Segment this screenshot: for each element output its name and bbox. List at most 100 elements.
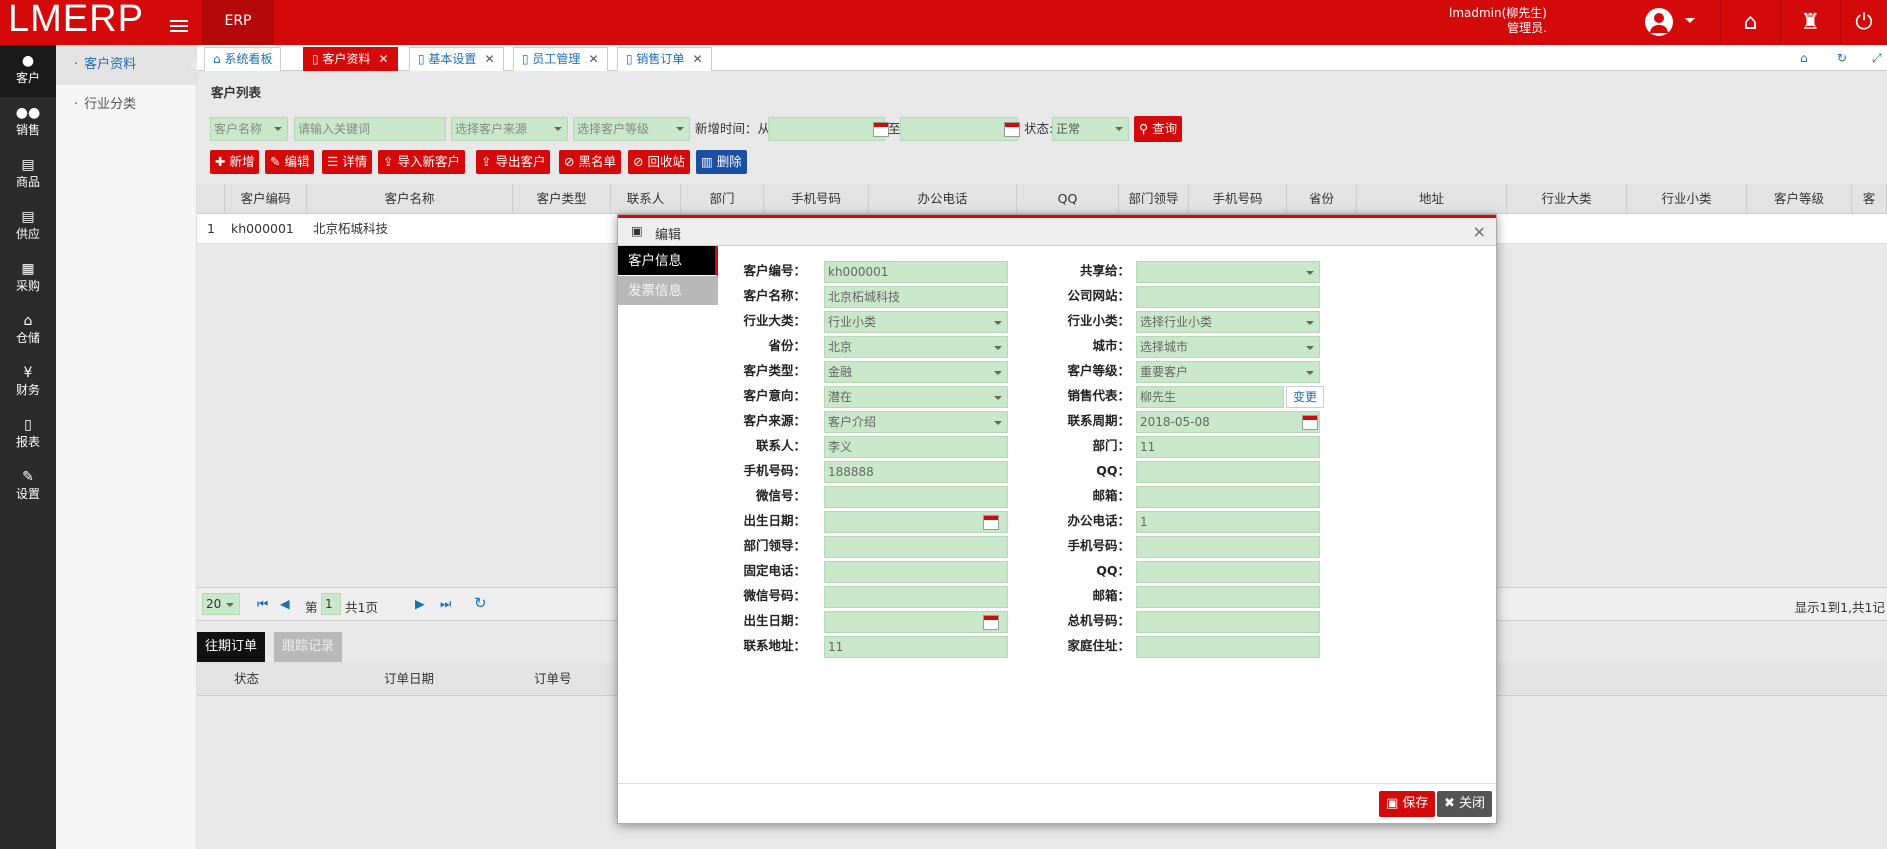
field-input[interactable] bbox=[824, 561, 1008, 583]
calendar-icon[interactable] bbox=[1004, 122, 1020, 137]
source-select[interactable]: 选择客户来源 bbox=[451, 117, 568, 141]
date-field[interactable] bbox=[824, 511, 1008, 533]
blacklist-button[interactable]: ⊘ 黑名单 bbox=[559, 150, 621, 174]
tab-customer-data[interactable]: ▯ 客户资料 ✕ bbox=[303, 47, 398, 71]
chevron-down-icon[interactable] bbox=[1685, 18, 1695, 28]
grid-header-cell[interactable]: 客户类型 bbox=[513, 184, 611, 214]
add-button[interactable]: ✚ 新增 bbox=[210, 150, 260, 174]
nav-sales[interactable]: ●● 销售 bbox=[0, 97, 56, 149]
field-input[interactable]: kh000001 bbox=[824, 261, 1008, 283]
subnav-customer-data[interactable]: · 客户资料 bbox=[56, 45, 197, 85]
import-button[interactable]: ⇪ 导入新客户 bbox=[378, 150, 465, 174]
recycle-button[interactable]: ⊘ 回收站 bbox=[628, 150, 690, 174]
field-select[interactable] bbox=[1136, 261, 1320, 283]
field-input[interactable]: 柳先生 bbox=[1136, 386, 1284, 408]
grid-header-cell[interactable]: 省份 bbox=[1287, 184, 1357, 214]
home-icon[interactable]: ⌂ bbox=[1720, 0, 1780, 45]
level-select[interactable]: 选择客户等级 bbox=[573, 117, 690, 141]
tab-past-orders[interactable]: 往期订单 bbox=[197, 632, 266, 662]
field-select[interactable]: 重要客户 bbox=[1136, 361, 1320, 383]
close-icon[interactable]: ✕ bbox=[378, 52, 388, 66]
close-icon[interactable]: ✕ bbox=[588, 52, 598, 66]
grid-header-cell[interactable]: 行业大类 bbox=[1507, 184, 1627, 214]
close-button[interactable]: ✖ 关闭 bbox=[1437, 791, 1493, 817]
field-input[interactable] bbox=[1136, 486, 1320, 508]
tab-dashboard[interactable]: ⌂ 系统看板 bbox=[204, 47, 282, 71]
grid-header-cell[interactable]: 地址 bbox=[1357, 184, 1507, 214]
export-button[interactable]: ⇪ 导出客户 bbox=[476, 150, 551, 174]
field-select[interactable]: 金融 bbox=[824, 361, 1008, 383]
fullscreen-icon[interactable]: ⤢ bbox=[1872, 51, 1882, 66]
module-tab-erp[interactable]: ERP bbox=[202, 0, 274, 45]
date-from-input[interactable] bbox=[768, 117, 885, 141]
grid-header-cell[interactable]: QQ bbox=[1017, 184, 1119, 214]
refresh-icon[interactable]: ↻ bbox=[1837, 51, 1847, 65]
field-input[interactable]: 11 bbox=[1136, 436, 1320, 458]
nav-purchase[interactable]: ▦ 采购 bbox=[0, 253, 56, 305]
grid-header-cell[interactable]: 客 bbox=[1852, 184, 1887, 214]
delete-button[interactable]: ▥ 删除 bbox=[696, 150, 747, 174]
grid-header-cell[interactable]: 联系人 bbox=[611, 184, 681, 214]
orders-header-cell[interactable]: 订单日期 bbox=[384, 662, 434, 696]
detail-button[interactable]: ☰ 详情 bbox=[322, 150, 373, 174]
first-page-icon[interactable]: ⏮ bbox=[257, 596, 268, 612]
field-input[interactable]: 北京柘城科技 bbox=[824, 286, 1008, 308]
field-input[interactable] bbox=[824, 586, 1008, 608]
calendar-icon[interactable] bbox=[983, 615, 999, 630]
next-page-icon[interactable]: ▶ bbox=[415, 596, 425, 611]
date-to-input[interactable] bbox=[900, 117, 1018, 141]
field-select[interactable]: 选择行业小类 bbox=[1136, 311, 1320, 333]
calendar-icon[interactable] bbox=[983, 515, 999, 530]
field-input[interactable] bbox=[824, 486, 1008, 508]
tab-basic-settings[interactable]: ▯ 基本设置 ✕ bbox=[409, 47, 504, 71]
search-button[interactable]: ⚲ 查询 bbox=[1134, 116, 1183, 142]
field-input[interactable] bbox=[1136, 536, 1320, 558]
close-icon[interactable]: ✕ bbox=[692, 52, 702, 66]
tab-sales-order[interactable]: ▯ 销售订单 ✕ bbox=[617, 47, 712, 71]
edit-button[interactable]: ✎ 编辑 bbox=[265, 150, 315, 174]
user-info[interactable]: lmadmin(柳先生) 管理员. bbox=[1449, 6, 1547, 36]
grid-header-cell[interactable]: 手机号码 bbox=[1189, 184, 1287, 214]
last-page-icon[interactable]: ⏭ bbox=[440, 596, 451, 612]
field-input[interactable] bbox=[1136, 461, 1320, 483]
nav-report[interactable]: ▯ 报表 bbox=[0, 409, 56, 461]
keyword-input[interactable]: 请输入关键词 bbox=[294, 117, 446, 141]
close-icon[interactable]: × bbox=[1473, 222, 1486, 241]
nav-storage[interactable]: ⌂ 仓储 bbox=[0, 305, 56, 357]
field-select[interactable]: 选择城市 bbox=[1136, 336, 1320, 358]
grid-header-cell[interactable]: 客户等级 bbox=[1747, 184, 1852, 214]
nav-finance[interactable]: ¥ 财务 bbox=[0, 357, 56, 409]
orders-header-cell[interactable]: 状态 bbox=[234, 662, 259, 696]
power-icon[interactable]: ⏻ bbox=[1840, 0, 1887, 45]
close-icon[interactable]: ✕ bbox=[484, 52, 494, 66]
field-input[interactable] bbox=[1136, 561, 1320, 583]
field-input[interactable] bbox=[1136, 286, 1320, 308]
grid-header-cell[interactable]: 办公电话 bbox=[869, 184, 1017, 214]
change-rep-button[interactable]: 变更 bbox=[1286, 386, 1324, 408]
save-button[interactable]: ▣ 保存 bbox=[1379, 791, 1436, 817]
field-input[interactable]: 188888 bbox=[824, 461, 1008, 483]
refresh-icon[interactable]: ↻ bbox=[474, 594, 487, 612]
name-select[interactable]: 客户名称 bbox=[210, 117, 288, 141]
calendar-icon[interactable] bbox=[873, 122, 889, 137]
field-input[interactable] bbox=[1136, 636, 1320, 658]
nav-supply[interactable]: ▤ 供应 bbox=[0, 201, 56, 253]
grid-header-cell[interactable]: 客户名称 bbox=[307, 184, 513, 214]
tab-tracking[interactable]: 跟踪记录 bbox=[274, 632, 343, 662]
field-select[interactable]: 北京 bbox=[824, 336, 1008, 358]
date-field[interactable] bbox=[824, 611, 1008, 633]
prev-page-icon[interactable]: ◀ bbox=[280, 596, 290, 611]
calendar-icon[interactable] bbox=[1302, 415, 1318, 430]
menu-toggle-icon[interactable] bbox=[170, 20, 188, 34]
grid-header-cell[interactable]: 行业小类 bbox=[1627, 184, 1747, 214]
field-input[interactable] bbox=[1136, 586, 1320, 608]
clean-icon[interactable]: ♜ bbox=[1780, 0, 1840, 45]
grid-header-cell[interactable]: 客户编码 bbox=[225, 184, 307, 214]
status-select[interactable]: 正常 bbox=[1052, 117, 1129, 141]
field-select[interactable]: 行业小类 bbox=[824, 311, 1008, 333]
nav-goods[interactable]: ▤ 商品 bbox=[0, 149, 56, 201]
nav-customer[interactable]: ● 客户 bbox=[0, 45, 56, 97]
subnav-industry[interactable]: · 行业分类 bbox=[56, 85, 196, 125]
field-input[interactable] bbox=[1136, 611, 1320, 633]
home-icon[interactable]: ⌂ bbox=[1800, 51, 1808, 65]
